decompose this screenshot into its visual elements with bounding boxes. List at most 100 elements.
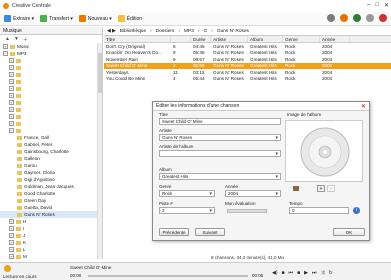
tree-item-letter[interactable]: + K bbox=[0, 239, 102, 246]
extract-button[interactable]: Extraire ▾ bbox=[4, 15, 34, 22]
artist-dropdown[interactable]: Guns N' Roses bbox=[159, 134, 281, 141]
track-table: Titre Durée Artiste Album Genre Année Do… bbox=[104, 36, 391, 82]
expand-icon[interactable]: + bbox=[9, 247, 14, 252]
image-icon[interactable] bbox=[293, 186, 299, 191]
title-field[interactable]: Sweet Child O' Mine bbox=[159, 118, 281, 125]
table-cell: Greatest Hits bbox=[250, 63, 277, 69]
tree-item-letter[interactable]: + H bbox=[0, 218, 102, 225]
expand-icon[interactable]: + bbox=[9, 254, 14, 259]
col-album[interactable]: Album bbox=[248, 36, 283, 42]
table-cell: Yesterdays bbox=[106, 69, 129, 75]
shuffle-icon[interactable]: ⤨ bbox=[320, 270, 324, 276]
tree-item-artist[interactable]: Gabriel, Peter bbox=[0, 141, 102, 148]
breadcrumb-item[interactable]: Guns N' Roses bbox=[217, 29, 249, 34]
expand-icon[interactable]: + bbox=[9, 233, 14, 238]
label-album-art: Image de l'album bbox=[287, 112, 322, 117]
nav-arrows-icon[interactable]: ◀ ▶ bbox=[107, 29, 116, 34]
previous-button[interactable]: Précédente bbox=[159, 228, 189, 236]
tree-item-artist[interactable]: Good Charlotte bbox=[0, 190, 102, 197]
mute-icon[interactable]: ■ bbox=[282, 270, 285, 276]
next-icon[interactable]: ⏭ bbox=[312, 270, 317, 276]
new-button[interactable]: Nouveau ▾ bbox=[78, 15, 112, 22]
stop-icon[interactable]: ■ bbox=[297, 270, 300, 276]
tree-item-artist[interactable]: France, Gall bbox=[0, 134, 102, 141]
breadcrumb-item[interactable]: Bibliothèque bbox=[120, 29, 146, 34]
time-right: 00:05 bbox=[252, 273, 264, 278]
album-dropdown[interactable]: Greatest Hits bbox=[159, 173, 281, 180]
tree-item-artist[interactable]: Gigi d'Agostino bbox=[0, 176, 102, 183]
tree-item-artist[interactable]: Garou bbox=[0, 162, 102, 169]
table-row[interactable]: November Rain 9 08:57 Guns N' Roses Greatest… bbox=[104, 56, 391, 63]
maximize-icon[interactable]: □ bbox=[375, 2, 379, 9]
options-icon[interactable] bbox=[353, 14, 361, 22]
ok-button[interactable]: OK bbox=[333, 228, 365, 236]
table-row[interactable]: Don't Cry (Original) 8 04:45 Guns N' Roses G… bbox=[104, 43, 391, 50]
collapse-icon[interactable]: − bbox=[3, 51, 8, 56]
previous-icon[interactable]: ⏮ bbox=[289, 270, 294, 276]
col-genre[interactable]: Genre bbox=[283, 36, 320, 42]
play-icon[interactable]: ▶ bbox=[304, 270, 308, 276]
add-icon[interactable]: ＋ bbox=[23, 36, 28, 43]
table-row[interactable]: Knockin' On Heaven's Do... 9 05:36 Guns N' … bbox=[104, 50, 391, 57]
transfer-button[interactable]: Transfert ▾ bbox=[40, 15, 73, 22]
tree-item-letter[interactable]: + I bbox=[0, 225, 102, 232]
scroll-thumb[interactable] bbox=[98, 53, 102, 93]
col-duration[interactable]: Durée bbox=[191, 36, 211, 42]
track-field[interactable]: 2 bbox=[159, 207, 215, 214]
tempo-field[interactable]: 0 bbox=[289, 207, 349, 214]
table-cell: Greatest Hits bbox=[250, 76, 277, 82]
album-art-box[interactable] bbox=[285, 120, 363, 182]
window-title: Creative Centrale bbox=[12, 3, 51, 9]
year-dropdown[interactable]: 2004 bbox=[225, 190, 281, 197]
table-row[interactable]: Sweet Child O' Mine 2 05:56 Guns N' Roses Gr… bbox=[104, 62, 391, 69]
sync-icon[interactable] bbox=[327, 14, 335, 22]
expand-icon[interactable]: + bbox=[3, 44, 8, 49]
genre-dropdown[interactable]: Rock bbox=[159, 190, 215, 197]
col-artist[interactable]: Artiste bbox=[211, 36, 248, 42]
rating-bar[interactable] bbox=[227, 208, 267, 213]
sidebar-scrollbar[interactable] bbox=[97, 43, 102, 259]
expand-icon[interactable]: + bbox=[9, 240, 14, 245]
album-artist-dropdown[interactable] bbox=[159, 150, 281, 157]
next-button[interactable]: Suivant bbox=[195, 228, 225, 236]
add-image-icon[interactable]: + bbox=[317, 185, 325, 192]
tree-item-music[interactable]: + Music bbox=[0, 43, 102, 50]
breadcrumb-item[interactable]: Dossiers bbox=[156, 29, 175, 34]
tools-icon[interactable] bbox=[340, 14, 348, 22]
tree-item-artist[interactable]: Guetta, David bbox=[0, 204, 102, 211]
down-icon[interactable]: ▼ bbox=[14, 36, 19, 42]
table-row[interactable]: Yesterdays 11 03:15 Guns N' Roses Greatest H… bbox=[104, 69, 391, 76]
table-row[interactable]: You Could Be Mine 4 05:44 Guns N' Roses Grea… bbox=[104, 76, 391, 83]
rating-stars[interactable] bbox=[225, 207, 281, 214]
col-year[interactable]: Année bbox=[320, 36, 350, 42]
tree-item-artist[interactable]: Gainsbourg, Charlotte bbox=[0, 148, 102, 155]
col-number[interactable] bbox=[171, 36, 191, 42]
help-icon[interactable] bbox=[366, 14, 374, 22]
table-cell: 04:45 bbox=[193, 43, 205, 49]
tree-item-artist[interactable]: Galleon bbox=[0, 155, 102, 162]
folder-icon bbox=[17, 212, 22, 217]
close-icon[interactable]: ✕ bbox=[384, 2, 389, 9]
edit-button[interactable]: Édition bbox=[117, 15, 142, 22]
tree-item-artist[interactable]: Guns N' Roses bbox=[0, 211, 102, 218]
tree-item-artist[interactable]: Goldman, Jean-Jacques bbox=[0, 183, 102, 190]
breadcrumb-item[interactable]: MP3 bbox=[184, 29, 194, 34]
minimize-icon[interactable]: – bbox=[367, 2, 370, 9]
expand-icon[interactable]: + bbox=[9, 219, 14, 224]
repeat-icon[interactable]: ↻ bbox=[328, 270, 332, 276]
col-title[interactable]: Titre bbox=[104, 36, 171, 42]
tree-item-letter[interactable]: + L bbox=[0, 246, 102, 253]
up-icon[interactable]: ▲ bbox=[5, 36, 10, 42]
expand-icon[interactable]: + bbox=[9, 226, 14, 231]
remove-image-icon[interactable]: − bbox=[327, 185, 335, 192]
volume-icon[interactable]: ◀) bbox=[272, 270, 278, 276]
tree-item-artist[interactable]: Gaymer, Gloria bbox=[0, 169, 102, 176]
info-icon[interactable]: i bbox=[353, 207, 360, 214]
progress-slider[interactable] bbox=[88, 275, 248, 277]
tree-item-letter[interactable]: + J bbox=[0, 232, 102, 239]
close-dialog-icon[interactable]: ✕ bbox=[361, 103, 366, 110]
tree-item-artist[interactable]: Green Day bbox=[0, 197, 102, 204]
tree-item-letter[interactable]: + M bbox=[0, 253, 102, 259]
tree-item-mp3[interactable]: − MP3 bbox=[0, 50, 102, 57]
breadcrumb-item[interactable]: G bbox=[204, 29, 208, 34]
